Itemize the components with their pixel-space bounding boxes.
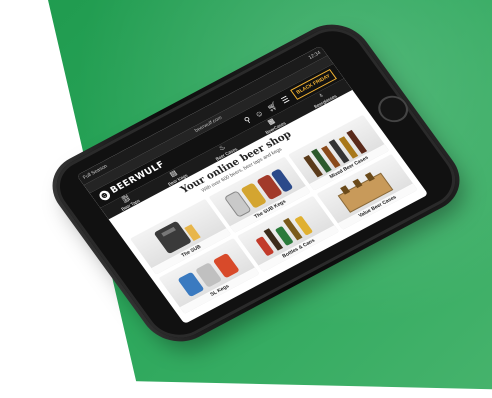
menu-icon[interactable]: ☰ [279, 94, 291, 105]
wolf-icon: ☻ [97, 189, 113, 202]
user-icon[interactable]: ☺ [253, 108, 266, 119]
cart-icon[interactable]: 🛒︎ [265, 100, 279, 112]
search-icon[interactable]: ⚲ [242, 115, 253, 125]
